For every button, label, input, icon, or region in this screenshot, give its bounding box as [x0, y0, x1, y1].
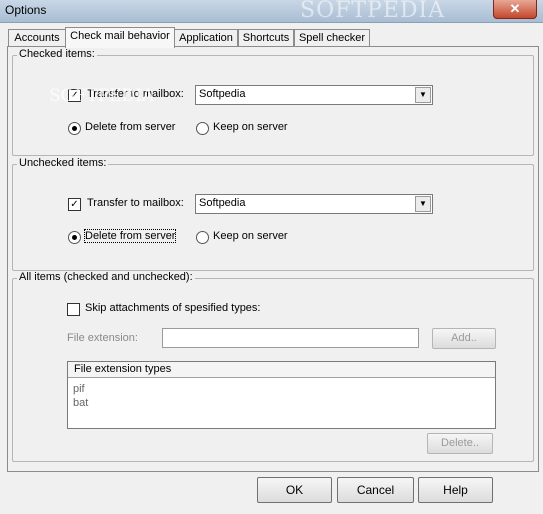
checked-mailbox-value: Softpedia: [199, 88, 246, 100]
checked-items-legend: Checked items:: [17, 48, 97, 60]
skip-attachments-label: Skip attachments of spesified types:: [85, 302, 261, 314]
checked-mailbox-select[interactable]: Softpedia ▼: [195, 85, 433, 105]
list-item[interactable]: bat: [73, 397, 88, 409]
chevron-down-icon[interactable]: ▼: [415, 87, 431, 103]
unchecked-delete-radio[interactable]: [68, 231, 81, 244]
checked-keep-radio[interactable]: [196, 122, 209, 135]
file-extension-list[interactable]: File extension types pif bat: [67, 361, 496, 429]
list-item[interactable]: pif: [73, 383, 85, 395]
tab-check-mail-behavior[interactable]: Check mail behavior: [65, 27, 175, 48]
checked-keep-label: Keep on server: [213, 121, 288, 133]
list-header[interactable]: File extension types: [68, 362, 495, 378]
ok-button[interactable]: OK: [257, 477, 332, 503]
help-button[interactable]: Help: [418, 477, 493, 503]
watermark-logo: SOFTPEDIA: [49, 86, 155, 106]
unchecked-mailbox-select[interactable]: Softpedia ▼: [195, 194, 433, 214]
check-icon: ✓: [70, 199, 79, 210]
close-icon: ✕: [509, 1, 521, 16]
all-items-legend: All items (checked and unchecked):: [17, 271, 195, 283]
unchecked-items-group: Unchecked items: ✓ Transfer to mailbox: …: [12, 157, 534, 271]
radio-dot: [72, 235, 77, 240]
tab-spell-checker[interactable]: Spell checker: [294, 29, 370, 47]
file-extension-input[interactable]: [162, 328, 419, 348]
skip-attachments-checkbox[interactable]: [67, 303, 80, 316]
close-button[interactable]: ✕: [493, 0, 537, 19]
add-button[interactable]: Add..: [432, 328, 496, 349]
title-bar[interactable]: Options SOFTPEDIA ✕: [0, 0, 543, 23]
chevron-down-icon[interactable]: ▼: [415, 196, 431, 212]
unchecked-delete-label: Delete from server: [83, 229, 177, 243]
watermark-logo: SOFTPEDIA: [300, 0, 446, 23]
file-extension-label: File extension:: [67, 332, 138, 344]
all-items-group: All items (checked and unchecked): Skip …: [12, 271, 534, 462]
tab-shortcuts[interactable]: Shortcuts: [238, 29, 294, 47]
tab-accounts[interactable]: Accounts: [8, 29, 66, 47]
window-title: Options: [5, 3, 47, 17]
checked-delete-radio[interactable]: [68, 122, 81, 135]
cancel-button[interactable]: Cancel: [337, 477, 414, 503]
unchecked-mailbox-value: Softpedia: [199, 197, 246, 209]
radio-dot: [72, 126, 77, 131]
unchecked-transfer-checkbox[interactable]: ✓: [68, 198, 81, 211]
tab-application[interactable]: Application: [174, 29, 238, 47]
unchecked-keep-label: Keep on server: [213, 230, 288, 242]
checked-items-group: Checked items: ✓ Transfer to mailbox: SO…: [12, 48, 534, 156]
tab-panel: Checked items: ✓ Transfer to mailbox: SO…: [7, 46, 539, 472]
checked-delete-label: Delete from server: [85, 121, 176, 133]
delete-button[interactable]: Delete..: [427, 433, 493, 454]
unchecked-transfer-label: Transfer to mailbox:: [87, 197, 184, 209]
unchecked-items-legend: Unchecked items:: [17, 157, 109, 169]
unchecked-keep-radio[interactable]: [196, 231, 209, 244]
